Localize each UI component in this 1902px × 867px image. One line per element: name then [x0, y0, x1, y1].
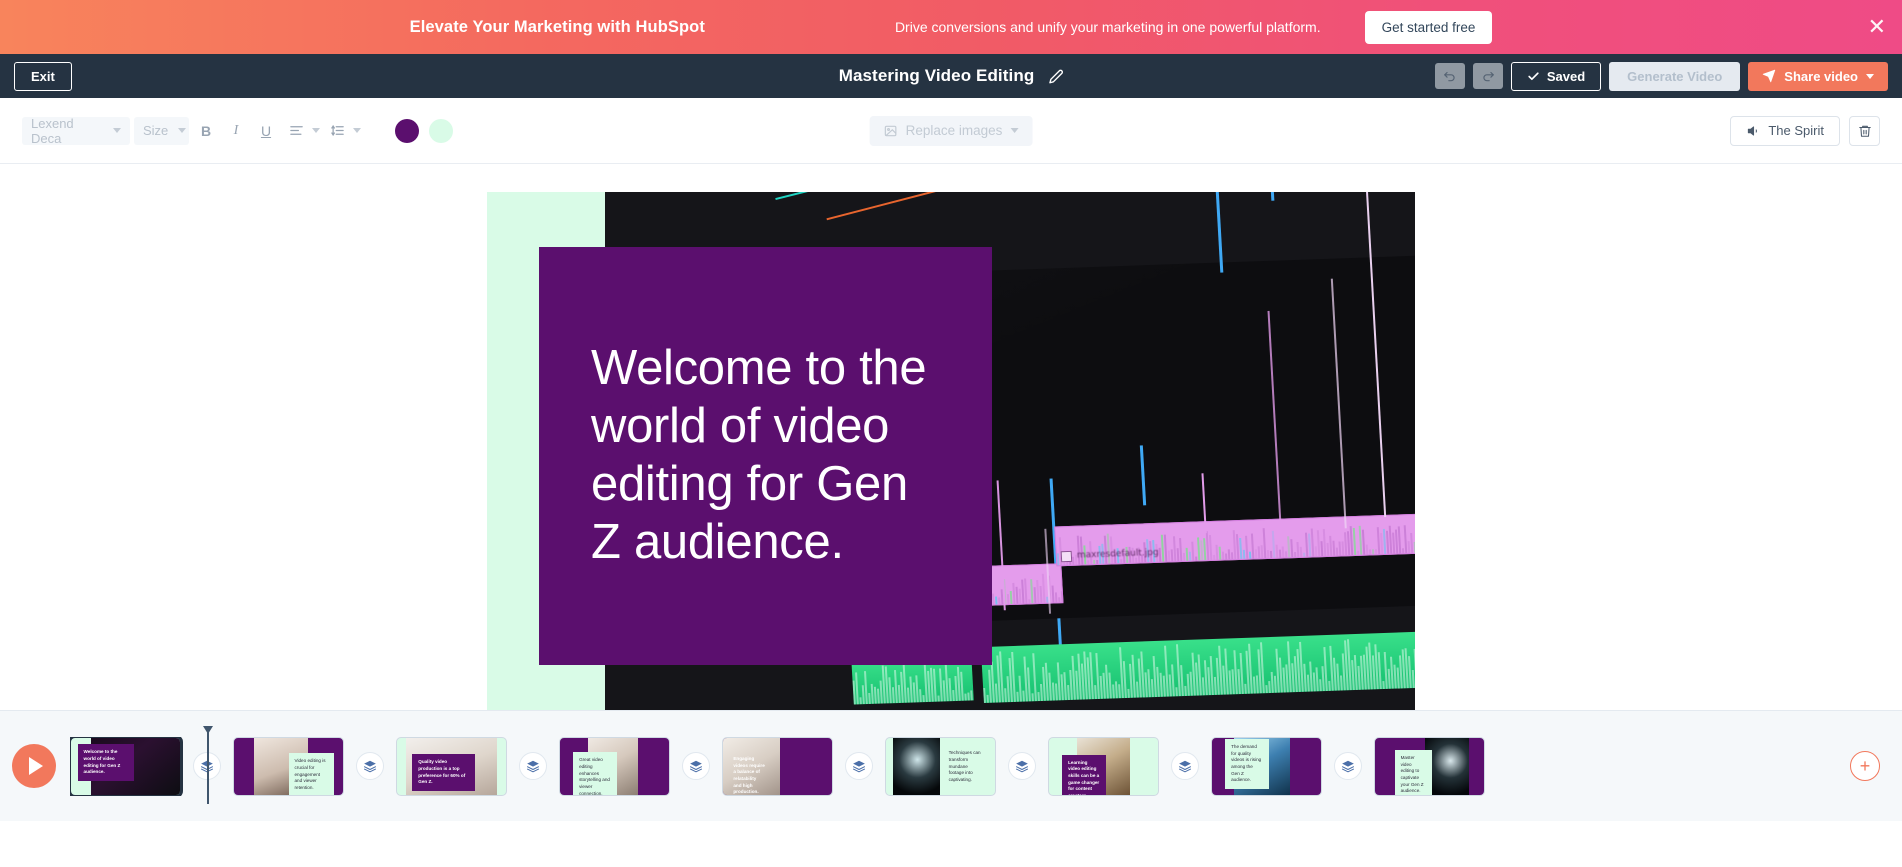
saved-button[interactable]: Saved	[1511, 62, 1601, 91]
transition-layers-icon	[689, 759, 703, 773]
transition-layers-icon	[363, 759, 377, 773]
speaker-icon	[1746, 124, 1760, 138]
chevron-down-icon	[178, 128, 186, 133]
scene-caption: The demand for quality videos is rising …	[1225, 739, 1269, 789]
underline-button[interactable]: U	[253, 118, 279, 144]
trash-icon	[1858, 124, 1872, 138]
promo-subtitle: Drive conversions and unify your marketi…	[895, 19, 1321, 35]
promo-title: Elevate Your Marketing with HubSpot	[410, 18, 705, 37]
primary-color-swatch[interactable]	[395, 119, 419, 143]
line-spacing-icon	[324, 118, 350, 144]
toolbar-right-actions: The Spirit	[1730, 116, 1880, 146]
scene-caption: Great video editing enhances storytellin…	[573, 752, 617, 795]
transition-button[interactable]	[356, 752, 384, 780]
italic-button[interactable]: I	[223, 118, 249, 144]
chevron-down-icon	[113, 128, 121, 133]
scene-caption: Techniques can transform mundane footage…	[943, 745, 989, 788]
playhead[interactable]	[207, 728, 209, 804]
transition-layers-icon	[1341, 759, 1355, 773]
transition-button[interactable]	[1334, 752, 1362, 780]
font-family-select[interactable]: Lexend Deca	[22, 117, 130, 145]
scene-thumbnail-3[interactable]: Quality video production is a top prefer…	[396, 737, 507, 796]
pencil-icon[interactable]	[1048, 69, 1063, 84]
transition-button[interactable]	[682, 752, 710, 780]
transition-layers-icon	[852, 759, 866, 773]
transition-button[interactable]	[845, 752, 873, 780]
undo-button[interactable]	[1435, 63, 1465, 89]
scene-thumbnail-2[interactable]: Video editing is crucial for engagement …	[233, 737, 344, 796]
canvas-stage: 00:15:00:00maxresdefault.jpgmaxresdefaul…	[0, 164, 1902, 710]
image-icon	[884, 124, 898, 138]
replace-images-label: Replace images	[906, 123, 1003, 138]
chevron-down-icon	[1866, 74, 1874, 79]
scene-thumbnail-7[interactable]: Learning video editing skills can be a g…	[1048, 737, 1159, 796]
scene-thumbnail-4[interactable]: Great video editing enhances storytellin…	[559, 737, 670, 796]
scene-thumbnail-8[interactable]: The demand for quality videos is rising …	[1211, 737, 1322, 796]
voice-select-button[interactable]: The Spirit	[1730, 116, 1840, 146]
close-icon[interactable]: ✕	[1868, 16, 1886, 38]
transition-button[interactable]	[519, 752, 547, 780]
scene-caption: Master video editing to captivate your G…	[1395, 750, 1432, 795]
font-size-value: Size	[143, 123, 168, 138]
paper-plane-icon	[1762, 69, 1776, 83]
text-format-group: Lexend Deca Size B I U	[22, 117, 361, 145]
transition-button[interactable]	[1008, 752, 1036, 780]
font-size-select[interactable]: Size	[134, 117, 189, 145]
share-video-button[interactable]: Share video	[1748, 62, 1888, 91]
add-scene-button[interactable]: +	[1850, 751, 1880, 781]
generate-video-button[interactable]: Generate Video	[1609, 62, 1740, 91]
app-header: Exit Mastering Video Editing Saved Gener…	[0, 54, 1902, 98]
replace-images-button[interactable]: Replace images	[870, 116, 1033, 146]
scene-caption: Video editing is crucial for engagement …	[289, 753, 335, 795]
chevron-down-icon	[353, 128, 361, 133]
timeline-clip: maxresdefault.jpg	[1054, 512, 1415, 567]
align-button[interactable]	[283, 118, 320, 144]
scene-image	[893, 738, 941, 795]
clip-thumbnail-icon	[1061, 551, 1073, 562]
check-icon	[1527, 70, 1540, 83]
get-started-free-button[interactable]: Get started free	[1365, 11, 1493, 44]
transition-layers-icon	[1178, 759, 1192, 773]
color-swatches	[395, 119, 453, 143]
document-title-group: Mastering Video Editing	[839, 66, 1064, 86]
scene-list[interactable]: Welcome to the world of video editing fo…	[70, 737, 1902, 796]
saved-label: Saved	[1547, 69, 1585, 84]
scene-thumbnail-9[interactable]: Master video editing to captivate your G…	[1374, 737, 1485, 796]
redo-button[interactable]	[1473, 63, 1503, 89]
chevron-down-icon	[1010, 128, 1018, 133]
share-video-label: Share video	[1784, 69, 1858, 84]
format-toolbar: Lexend Deca Size B I U Replace images Th…	[0, 98, 1902, 164]
scene-caption: Quality video production is a top prefer…	[412, 754, 475, 791]
scene-caption: Engaging videos require a balance of rel…	[727, 751, 771, 795]
transition-layers-icon	[526, 759, 540, 773]
align-left-icon	[283, 118, 309, 144]
slide-canvas[interactable]: 00:15:00:00maxresdefault.jpgmaxresdefaul…	[487, 192, 1415, 713]
scene-image	[1425, 738, 1469, 795]
exit-button[interactable]: Exit	[14, 62, 72, 91]
font-family-value: Lexend Deca	[31, 116, 103, 146]
scene-filmstrip: Welcome to the world of video editing fo…	[0, 710, 1902, 821]
transition-button[interactable]	[1171, 752, 1199, 780]
delete-button[interactable]	[1849, 116, 1880, 146]
scene-thumbnail-5[interactable]: Engaging videos require a balance of rel…	[722, 737, 833, 796]
play-icon	[29, 757, 43, 775]
secondary-color-swatch[interactable]	[429, 119, 453, 143]
header-actions: Saved Generate Video Share video	[1435, 62, 1888, 91]
scene-thumbnail-6[interactable]: Techniques can transform mundane footage…	[885, 737, 996, 796]
bold-button[interactable]: B	[193, 118, 219, 144]
scene-caption: Welcome to the world of video editing fo…	[78, 744, 135, 781]
scene-caption: Learning video editing skills can be a g…	[1062, 755, 1106, 796]
scene-thumbnail-1[interactable]: Welcome to the world of video editing fo…	[70, 737, 181, 796]
play-button[interactable]	[12, 744, 56, 788]
page-title: Mastering Video Editing	[839, 66, 1035, 86]
chevron-down-icon	[312, 128, 320, 133]
promo-banner: Elevate Your Marketing with HubSpot Driv…	[0, 0, 1902, 54]
line-spacing-button[interactable]	[324, 118, 361, 144]
voice-label: The Spirit	[1768, 123, 1824, 138]
slide-headline: Welcome to the world of video editing fo…	[591, 340, 940, 571]
slide-text-card[interactable]: Welcome to the world of video editing fo…	[539, 247, 992, 665]
transition-layers-icon	[1015, 759, 1029, 773]
